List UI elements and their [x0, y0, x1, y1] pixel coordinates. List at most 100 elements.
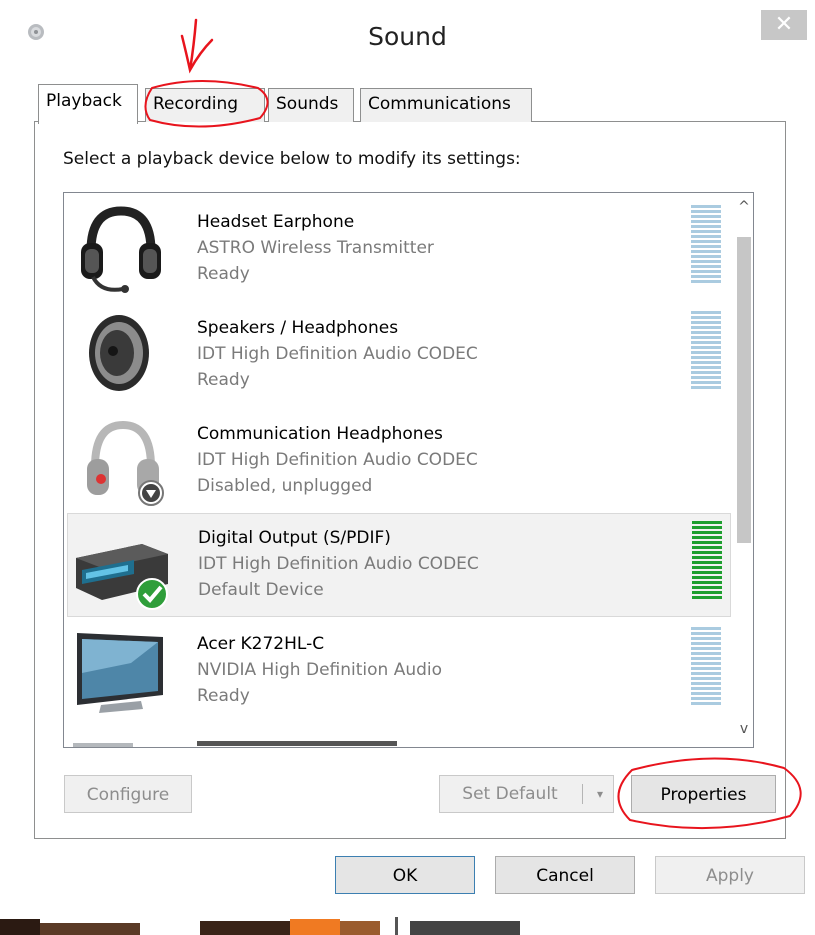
device-status: Ready — [197, 686, 250, 706]
level-bar-segment — [691, 697, 721, 700]
window-title: Sound — [368, 22, 447, 51]
level-bar-segment — [691, 632, 721, 635]
device-status: Ready — [197, 370, 250, 390]
level-bar-segment — [691, 657, 721, 660]
device-name: Acer K272HL-C — [197, 634, 325, 654]
level-bar-segment — [691, 647, 721, 650]
device-driver: IDT High Definition Audio CODEC — [198, 554, 479, 574]
level-bar-segment — [691, 326, 721, 329]
level-bar-segment — [691, 311, 721, 314]
level-bar-segment — [691, 230, 721, 233]
level-bar-segment — [692, 556, 722, 559]
list-item-partial[interactable] — [67, 725, 731, 747]
device-driver: IDT High Definition Audio CODEC — [197, 344, 478, 364]
device-driver: NVIDIA High Definition Audio — [197, 660, 443, 680]
level-bar-segment — [692, 596, 722, 599]
level-meter — [691, 205, 721, 283]
level-bar-segment — [692, 581, 722, 584]
scroll-up-icon[interactable]: ^ — [734, 199, 753, 219]
close-icon: ✕ — [774, 12, 794, 37]
tab-playback[interactable]: Playback — [38, 84, 138, 124]
level-bar-segment — [691, 255, 721, 258]
level-bar-segment — [691, 346, 721, 349]
device-status: Ready — [197, 264, 250, 284]
list-item[interactable]: Digital Output (S/PDIF) IDT High Definit… — [67, 513, 731, 617]
level-bar-segment — [691, 210, 721, 213]
scroll-down-icon[interactable]: v — [734, 721, 753, 741]
level-bar-segment — [692, 521, 722, 524]
list-item[interactable]: Headset Earphone ASTRO Wireless Transmit… — [67, 197, 731, 301]
level-bar-segment — [691, 361, 721, 364]
cancel-button[interactable]: Cancel — [495, 856, 635, 894]
properties-button[interactable]: Properties — [631, 775, 776, 813]
level-bar-segment — [692, 526, 722, 529]
level-bar-segment — [691, 260, 721, 263]
device-driver: ASTRO Wireless Transmitter — [197, 238, 434, 258]
level-bar-segment — [691, 371, 721, 374]
title-bar[interactable]: Sound ✕ — [0, 0, 815, 70]
set-default-label: Set Default — [462, 784, 558, 804]
set-default-button[interactable]: Set Default ▾ — [439, 775, 614, 813]
monitor-icon — [77, 633, 163, 713]
device-list-scrollbar[interactable]: ^ v — [734, 193, 753, 747]
level-bar-segment — [691, 205, 721, 208]
level-bar-segment — [691, 637, 721, 640]
level-bar-segment — [691, 662, 721, 665]
level-bar-segment — [692, 531, 722, 534]
level-bar-segment — [691, 381, 721, 384]
device-name: Headset Earphone — [197, 212, 355, 232]
tab-communications[interactable]: Communications — [360, 88, 532, 122]
scroll-thumb[interactable] — [737, 237, 751, 543]
level-meter — [691, 311, 721, 389]
device-name: Speakers / Headphones — [197, 318, 399, 338]
level-bar-segment — [691, 677, 721, 680]
level-bar-segment — [691, 692, 721, 695]
level-bar-segment — [691, 702, 721, 705]
level-bar-segment — [691, 270, 721, 273]
list-item[interactable]: Acer K272HL-C NVIDIA High Definition Aud… — [67, 619, 731, 723]
background-taskbar-strip — [0, 915, 815, 935]
headphones-icon — [87, 420, 164, 506]
apply-button[interactable]: Apply — [655, 856, 805, 894]
tab-sounds[interactable]: Sounds — [268, 88, 354, 122]
chevron-down-icon[interactable]: ▾ — [588, 776, 612, 812]
level-bar-segment — [691, 316, 721, 319]
level-bar-segment — [692, 561, 722, 564]
configure-button[interactable]: Configure — [64, 775, 192, 813]
list-item[interactable]: Communication Headphones IDT High Defini… — [67, 409, 731, 513]
level-bar-segment — [692, 576, 722, 579]
headset-icon — [81, 206, 161, 293]
level-bar-segment — [691, 356, 721, 359]
level-bar-segment — [691, 321, 721, 324]
level-bar-segment — [691, 351, 721, 354]
device-status: Disabled, unplugged — [197, 476, 373, 496]
device-driver: IDT High Definition Audio CODEC — [197, 450, 478, 470]
level-bar-segment — [691, 215, 721, 218]
device-name: Communication Headphones — [197, 424, 443, 444]
level-bar-segment — [691, 275, 721, 278]
level-bar-segment — [691, 250, 721, 253]
ok-button[interactable]: OK — [335, 856, 475, 894]
list-item[interactable]: Speakers / Headphones IDT High Definitio… — [67, 303, 731, 407]
level-bar-segment — [691, 280, 721, 283]
close-button[interactable]: ✕ — [761, 10, 807, 40]
device-status: Default Device — [198, 580, 324, 600]
device-list[interactable]: Headset Earphone ASTRO Wireless Transmit… — [63, 192, 754, 748]
level-bar-segment — [692, 571, 722, 574]
level-bar-segment — [691, 225, 721, 228]
level-bar-segment — [691, 235, 721, 238]
level-bar-segment — [691, 682, 721, 685]
level-bar-segment — [691, 652, 721, 655]
level-bar-segment — [692, 536, 722, 539]
level-meter — [692, 521, 722, 599]
tab-recording[interactable]: Recording — [145, 88, 265, 122]
device-icon-partial — [73, 743, 133, 747]
level-meter — [691, 627, 721, 705]
level-bar-segment — [691, 667, 721, 670]
level-bar-segment — [691, 240, 721, 243]
sound-dialog: Sound ✕ Playback Recording Sounds Commun… — [0, 0, 815, 915]
level-bar-segment — [692, 566, 722, 569]
digital-receiver-icon — [76, 544, 168, 610]
level-bar-segment — [691, 386, 721, 389]
device-name-partial — [197, 741, 397, 746]
